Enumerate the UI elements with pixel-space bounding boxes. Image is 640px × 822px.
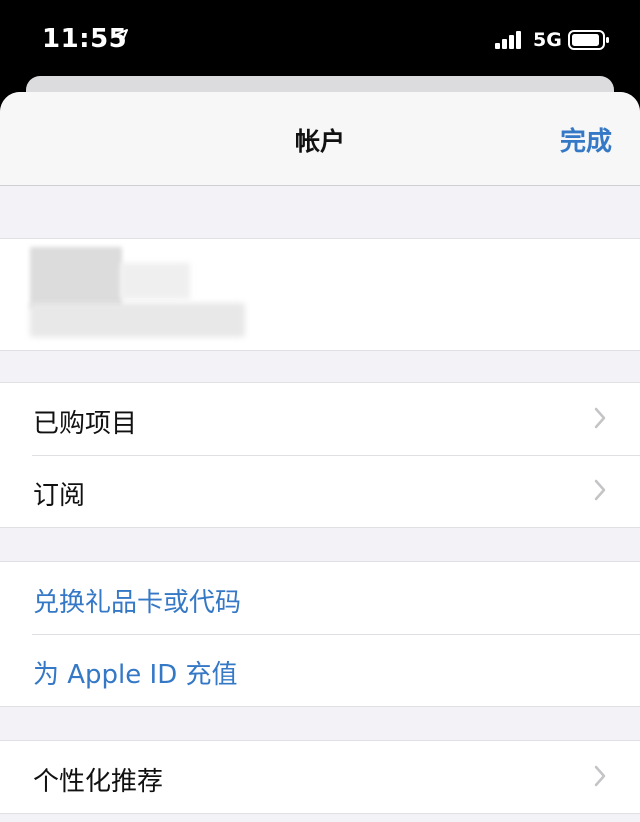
row-label: 个性化推荐 — [33, 767, 164, 797]
signal-bars-icon — [495, 31, 521, 49]
avatar — [30, 247, 122, 309]
redeem-gift-card-link[interactable]: 兑换礼品卡或代码 — [33, 582, 241, 619]
purchases-group: 已购项目 订阅 — [0, 382, 640, 528]
purchased-items-row[interactable]: 已购项目 — [0, 383, 640, 455]
profile-cell[interactable] — [0, 238, 640, 351]
recommendations-group: 个性化推荐 — [0, 740, 640, 814]
chevron-right-icon — [594, 479, 606, 501]
done-button[interactable]: 完成 — [560, 121, 612, 158]
network-type: 5G — [533, 29, 562, 51]
page-title: 帐户 — [294, 127, 345, 156]
account-sheet: 帐户 完成 已购项目 订阅 兑换礼品卡或代码 为 Apple ID 充值 个性化… — [0, 92, 640, 822]
row-label: 订阅 — [33, 481, 86, 511]
redeem-gift-card-row[interactable]: 兑换礼品卡或代码 — [0, 562, 640, 634]
subscriptions-row[interactable]: 订阅 — [0, 455, 640, 527]
location-arrow-icon — [112, 29, 128, 45]
blurred-email — [30, 303, 245, 337]
navigation-bar: 帐户 完成 — [0, 92, 640, 186]
chevron-right-icon — [594, 765, 606, 787]
row-label: 已购项目 — [33, 409, 138, 439]
add-funds-link[interactable]: 为 Apple ID 充值 — [33, 654, 238, 691]
chevron-right-icon — [594, 407, 606, 429]
personalized-recommendations-row[interactable]: 个性化推荐 — [0, 741, 640, 813]
wallet-group: 兑换礼品卡或代码 为 Apple ID 充值 — [0, 561, 640, 707]
blurred-name — [120, 263, 190, 299]
battery-icon — [568, 30, 609, 50]
status-bar: 11:55 5G — [0, 0, 640, 80]
add-funds-row[interactable]: 为 Apple ID 充值 — [0, 634, 640, 706]
